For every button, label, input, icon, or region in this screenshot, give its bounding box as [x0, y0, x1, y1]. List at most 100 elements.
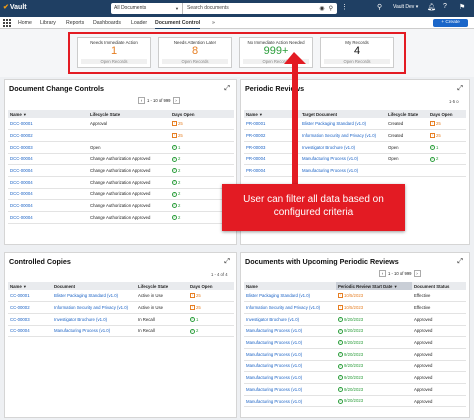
- table-row[interactable]: Manufacturing Process (v1.0) ✓ 9/20/2023 …: [244, 395, 466, 408]
- search-scope-select[interactable]: All Documents ▼: [111, 3, 183, 14]
- table-row[interactable]: CC-00003 Investigator Brochure (v1.0) In…: [8, 313, 234, 326]
- expand-icon[interactable]: ⤢: [457, 258, 463, 266]
- expand-icon[interactable]: ⤢: [224, 258, 230, 266]
- record-link[interactable]: CC-00002: [8, 301, 52, 314]
- review-date-cell: ✓ 9/20/2023: [336, 336, 412, 349]
- table-row[interactable]: PR-00002 Information Security and Privac…: [244, 129, 466, 142]
- table-row[interactable]: DCC-00004 Change Authorization Approved …: [8, 153, 234, 166]
- column-header-lifecycle-state[interactable]: Lifecycle State: [386, 110, 428, 118]
- apps-grid-icon[interactable]: [3, 19, 11, 27]
- record-link[interactable]: DCC-00002: [8, 129, 88, 142]
- document-link[interactable]: Manufacturing Process (v1.0): [244, 395, 336, 408]
- search-icon[interactable]: ⚲: [377, 3, 382, 11]
- table-row[interactable]: CC-00004 Manufacturing Process (v1.0) In…: [8, 325, 234, 338]
- document-link[interactable]: Manufacturing Process (v1.0): [244, 371, 336, 384]
- column-header-document[interactable]: Document: [52, 282, 136, 290]
- tab-reports[interactable]: Reports: [66, 20, 84, 26]
- table-row[interactable]: DCC-00001 Approval ! 25: [8, 118, 234, 131]
- table-row[interactable]: DCC-00004 Change Authorization Approved …: [8, 164, 234, 177]
- user-menu[interactable]: Vault Dev ▾: [393, 4, 418, 10]
- column-header-days-open[interactable]: Days Open: [428, 110, 466, 118]
- help-icon[interactable]: ?: [443, 3, 447, 10]
- record-link[interactable]: CC-00003: [8, 313, 52, 326]
- table-row[interactable]: PR-00004 Manufacturing Process (v1.0): [244, 164, 466, 177]
- table-row[interactable]: DCC-00002 ! 25: [8, 129, 234, 142]
- record-link[interactable]: CC-00001: [8, 290, 52, 303]
- document-link[interactable]: Investigator Brochure (v1.0): [52, 313, 136, 326]
- table-row[interactable]: Manufacturing Process (v1.0) ✓ 9/20/2023 …: [244, 383, 466, 396]
- record-link[interactable]: DCC-00004: [8, 164, 88, 177]
- document-link[interactable]: Manufacturing Process (v1.0): [244, 336, 336, 349]
- record-link[interactable]: DCC-00004: [8, 153, 88, 166]
- prev-page-icon[interactable]: ‹: [379, 270, 386, 277]
- document-link[interactable]: Manufacturing Process (v1.0): [244, 348, 336, 361]
- record-link[interactable]: DCC-00004: [8, 199, 88, 212]
- column-header-days-open[interactable]: Days Open: [170, 110, 234, 118]
- document-link[interactable]: Manufacturing Process (v1.0): [52, 325, 136, 338]
- table-row[interactable]: DCC-00004 Change Authorization Approved …: [8, 188, 234, 201]
- table-row[interactable]: CC-00001 Blister Packaging Standard (v1.…: [8, 290, 234, 303]
- record-link[interactable]: DCC-00003: [8, 141, 88, 154]
- table-row[interactable]: Manufacturing Process (v1.0) ✓ 9/20/2023 …: [244, 325, 466, 338]
- tab-dashboards[interactable]: Dashboards: [93, 20, 121, 26]
- document-status-cell: Approved: [412, 313, 466, 326]
- table-row[interactable]: PR-00001 Blister Packaging Standard (v1.…: [244, 118, 466, 131]
- table-row[interactable]: Blister Packaging Standard (v1.0) ! 10/5/…: [244, 290, 466, 303]
- column-header-document-status[interactable]: Document Status: [412, 282, 466, 290]
- document-link[interactable]: Information Security and Privacy (v1.0): [244, 301, 336, 314]
- search-input[interactable]: Search documents: [183, 3, 319, 14]
- notifications-icon[interactable]: 🔔︎: [427, 3, 436, 11]
- prev-page-icon[interactable]: ‹: [138, 97, 145, 104]
- next-page-icon[interactable]: ›: [413, 270, 421, 277]
- document-link[interactable]: Investigator Brochure (v1.0): [244, 313, 336, 326]
- table-row[interactable]: Manufacturing Process (v1.0) ✓ 9/20/2023 …: [244, 336, 466, 349]
- column-header-name[interactable]: Name ▼: [8, 282, 52, 290]
- document-link[interactable]: Manufacturing Process (v1.0): [244, 383, 336, 396]
- table-row[interactable]: Manufacturing Process (v1.0) ✓ 9/20/2023 …: [244, 360, 466, 373]
- view-icon[interactable]: ◉: [319, 5, 324, 12]
- table-row[interactable]: Manufacturing Process (v1.0) ✓ 9/20/2023 …: [244, 348, 466, 361]
- table-row[interactable]: PR-00004 Manufacturing Process (v1.0) Op…: [244, 153, 466, 166]
- record-link[interactable]: DCC-00004: [8, 176, 88, 189]
- record-link[interactable]: CC-00004: [8, 325, 52, 338]
- table-row[interactable]: Information Security and Privacy (v1.0) …: [244, 301, 466, 314]
- tab-library[interactable]: Library: [40, 20, 56, 26]
- document-link[interactable]: Blister Packaging Standard (v1.0): [52, 290, 136, 303]
- tab-home[interactable]: Home: [18, 20, 32, 26]
- more-tabs-icon[interactable]: »: [212, 20, 215, 26]
- expand-icon[interactable]: ⤢: [224, 85, 230, 93]
- table-row[interactable]: DCC-00003 Open ✓ 1: [8, 141, 234, 154]
- search-icon[interactable]: ⚲: [329, 5, 333, 12]
- table-row[interactable]: Manufacturing Process (v1.0) ✓ 9/20/2023 …: [244, 371, 466, 384]
- column-header-name[interactable]: Name: [244, 282, 336, 290]
- table-row[interactable]: PR-00003 Investigator Brochure (v1.0) Op…: [244, 141, 466, 154]
- create-button[interactable]: + Create: [433, 19, 468, 27]
- column-header-review-start-date[interactable]: Periodic Review Start Date ▼: [336, 282, 412, 290]
- table-row[interactable]: DCC-00004 Change Authorization Approved …: [8, 176, 234, 189]
- ok-status-icon: ✓: [338, 316, 343, 322]
- table-row[interactable]: Investigator Brochure (v1.0) ✓ 9/20/2023 …: [244, 313, 466, 326]
- sort-arrow-icon: ▼: [22, 283, 27, 289]
- expand-icon[interactable]: ⤢: [457, 85, 463, 93]
- vault-logo[interactable]: ✔Vault: [3, 3, 27, 11]
- next-page-icon[interactable]: ›: [172, 97, 180, 104]
- tab-loader[interactable]: Loader: [131, 20, 147, 26]
- column-header-lifecycle-state[interactable]: Lifecycle State: [88, 110, 170, 118]
- record-link[interactable]: DCC-00004: [8, 211, 88, 224]
- document-link[interactable]: Information Security and Privacy (v1.0): [52, 301, 136, 314]
- record-link[interactable]: DCC-00001: [8, 118, 88, 131]
- table-row[interactable]: CC-00002 Information Security and Privac…: [8, 301, 234, 314]
- table-row[interactable]: DCC-00004 Change Authorization Approved …: [8, 199, 234, 212]
- document-link[interactable]: Blister Packaging Standard (v1.0): [244, 290, 336, 303]
- column-header-name[interactable]: Name ▼: [8, 110, 88, 118]
- column-header-lifecycle-state[interactable]: Lifecycle State: [136, 282, 188, 290]
- document-link[interactable]: Manufacturing Process (v1.0): [244, 360, 336, 373]
- days-open-cell: ✓ 1: [428, 141, 466, 154]
- record-link[interactable]: DCC-00004: [8, 188, 88, 201]
- pin-icon[interactable]: ⚑: [459, 3, 465, 11]
- more-icon[interactable]: ⋮: [341, 3, 348, 11]
- document-link[interactable]: Manufacturing Process (v1.0): [244, 325, 336, 338]
- column-header-days-open[interactable]: Days Open: [188, 282, 234, 290]
- days-open-cell: ! 25: [428, 129, 466, 142]
- table-row[interactable]: DCC-00004 Change Authorization Approved …: [8, 211, 234, 224]
